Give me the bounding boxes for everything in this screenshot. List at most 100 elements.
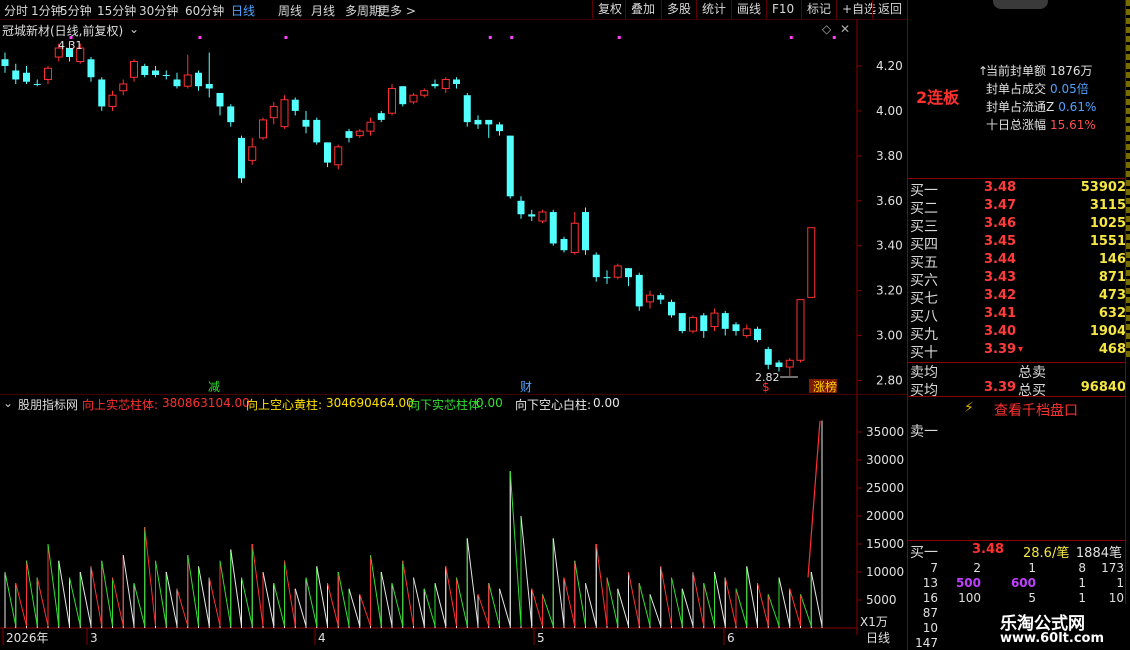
bid-row[interactable]: 买八 3.41 632: [908, 306, 1126, 325]
stat-value: 15.61%: [1050, 118, 1096, 132]
queue-cell: 13: [922, 576, 938, 590]
queue-cell: 100: [958, 591, 981, 605]
candle-body: [538, 211, 547, 222]
bid-row[interactable]: 买十 3.39 ▾ 468: [908, 342, 1126, 361]
indicator-line: [359, 594, 371, 627]
y-tick-label: 30000: [866, 453, 904, 467]
indicator-line: [810, 571, 823, 627]
thousand-level-button[interactable]: ⚡ 查看千档盘口: [964, 400, 1078, 420]
bid-row[interactable]: 买六 3.43 871: [908, 270, 1126, 289]
event-label: 减: [208, 380, 220, 394]
bid-volume: 632: [1098, 306, 1126, 321]
buy-one-per: 28.6/笔: [1023, 546, 1070, 561]
candlestick-chart: 4.204.003.803.603.403.203.002.804.312.82…: [0, 19, 907, 395]
bid-row[interactable]: 买四 3.45 1551: [908, 234, 1126, 253]
indicator-line: [26, 560, 38, 627]
indicator-line: [499, 588, 511, 627]
stat-value: 0.61%: [1058, 100, 1097, 114]
limit-stat: 十日总涨幅 15.61%: [978, 116, 1096, 133]
stat-value: 1876万: [1050, 64, 1093, 78]
candle-body: [183, 74, 192, 87]
candle-body: [785, 359, 794, 368]
candle-body: [796, 299, 805, 361]
candle-body: [431, 83, 439, 87]
candle-body: [23, 72, 30, 82]
indicator-line: [574, 560, 586, 627]
x-axis-label: 2026年: [6, 631, 49, 645]
indicator-line: [649, 594, 662, 627]
indicator-line: [208, 577, 221, 627]
indicator-line: [681, 588, 694, 627]
queue-cell: 600: [1010, 576, 1036, 590]
event-dot: [284, 36, 288, 39]
board-badge: 2连板: [916, 88, 960, 107]
y-tick-label: 3.00: [876, 329, 903, 343]
indicator-line: [703, 583, 715, 627]
candle-body: [807, 227, 816, 298]
indicator-line: [800, 594, 812, 627]
indicator-line: [90, 566, 103, 627]
bid-label: 买四: [910, 237, 938, 253]
bid-row[interactable]: 买三 3.46 1025: [908, 216, 1126, 235]
queue-cell: 8: [1078, 561, 1086, 575]
candle-body: [496, 124, 503, 132]
candle-body: [377, 113, 385, 120]
bid-row[interactable]: 买一 3.48 53902: [908, 180, 1126, 199]
limit-stat: 封单占成交 0.05倍: [978, 80, 1089, 97]
bid-row[interactable]: 买二 3.47 3115: [908, 198, 1126, 217]
indicator-line: [4, 571, 17, 627]
bid-volume: 53902: [1080, 180, 1126, 195]
candle-body: [592, 254, 600, 278]
bid-row[interactable]: 买九 3.40 1904: [908, 324, 1126, 343]
candle-body: [625, 268, 632, 278]
candle-body: [216, 92, 224, 107]
bid-label: 买十: [910, 345, 938, 361]
indicator-line: [456, 577, 468, 627]
indicator-line: [423, 588, 436, 627]
indicator-line: [413, 577, 425, 627]
candle-body: [259, 119, 267, 139]
y-tick-label: 25000: [866, 481, 904, 495]
event-dot: [832, 36, 836, 39]
candle-body: [205, 83, 213, 89]
bid-row[interactable]: 买七 3.42 473: [908, 288, 1126, 307]
candle-body: [33, 83, 41, 85]
bid-price: 3.48: [984, 180, 1017, 195]
candle-body: [248, 146, 257, 161]
candle-body: [560, 238, 568, 251]
side-strip: [1126, 0, 1130, 360]
candle-body: [162, 74, 170, 76]
bid-row[interactable]: 买五 3.44 146: [908, 252, 1126, 271]
candle-body: [302, 119, 310, 127]
period-label: 日线: [866, 631, 890, 645]
lightning-icon: ⚡: [964, 400, 974, 416]
queue-cell: 1: [1028, 561, 1036, 575]
queue-cell: 1: [1078, 591, 1086, 605]
candle-body: [549, 212, 557, 244]
indicator-line: [789, 588, 801, 627]
bid-label: 买一: [910, 183, 938, 199]
bid-price: 3.46: [984, 216, 1017, 231]
candle-body: [754, 328, 761, 341]
candle-body: [195, 72, 202, 87]
indicator-line: [595, 543, 608, 627]
y-tick-label: 3.80: [876, 149, 903, 163]
indicator-line: [294, 588, 307, 627]
arrow-up-icon: ↑: [978, 64, 989, 78]
queue-cell: 10: [1108, 591, 1124, 605]
bid-volume: 3115: [1089, 198, 1126, 213]
event-dot: [789, 36, 793, 39]
indicator-line: [133, 583, 146, 627]
candle-body: [710, 312, 719, 328]
candle-body: [517, 200, 525, 215]
bid-price: 3.43: [984, 270, 1017, 285]
candle-body: [775, 362, 783, 368]
indicator-line: [36, 577, 49, 627]
indicator-line: [660, 566, 672, 627]
indicator-line: [638, 583, 651, 627]
stat-label: 封单占流通Z: [986, 100, 1055, 114]
indicator-line: [144, 527, 156, 627]
indicator-line: [402, 560, 414, 627]
candle-body: [269, 105, 278, 119]
indicator-line: [488, 583, 500, 627]
